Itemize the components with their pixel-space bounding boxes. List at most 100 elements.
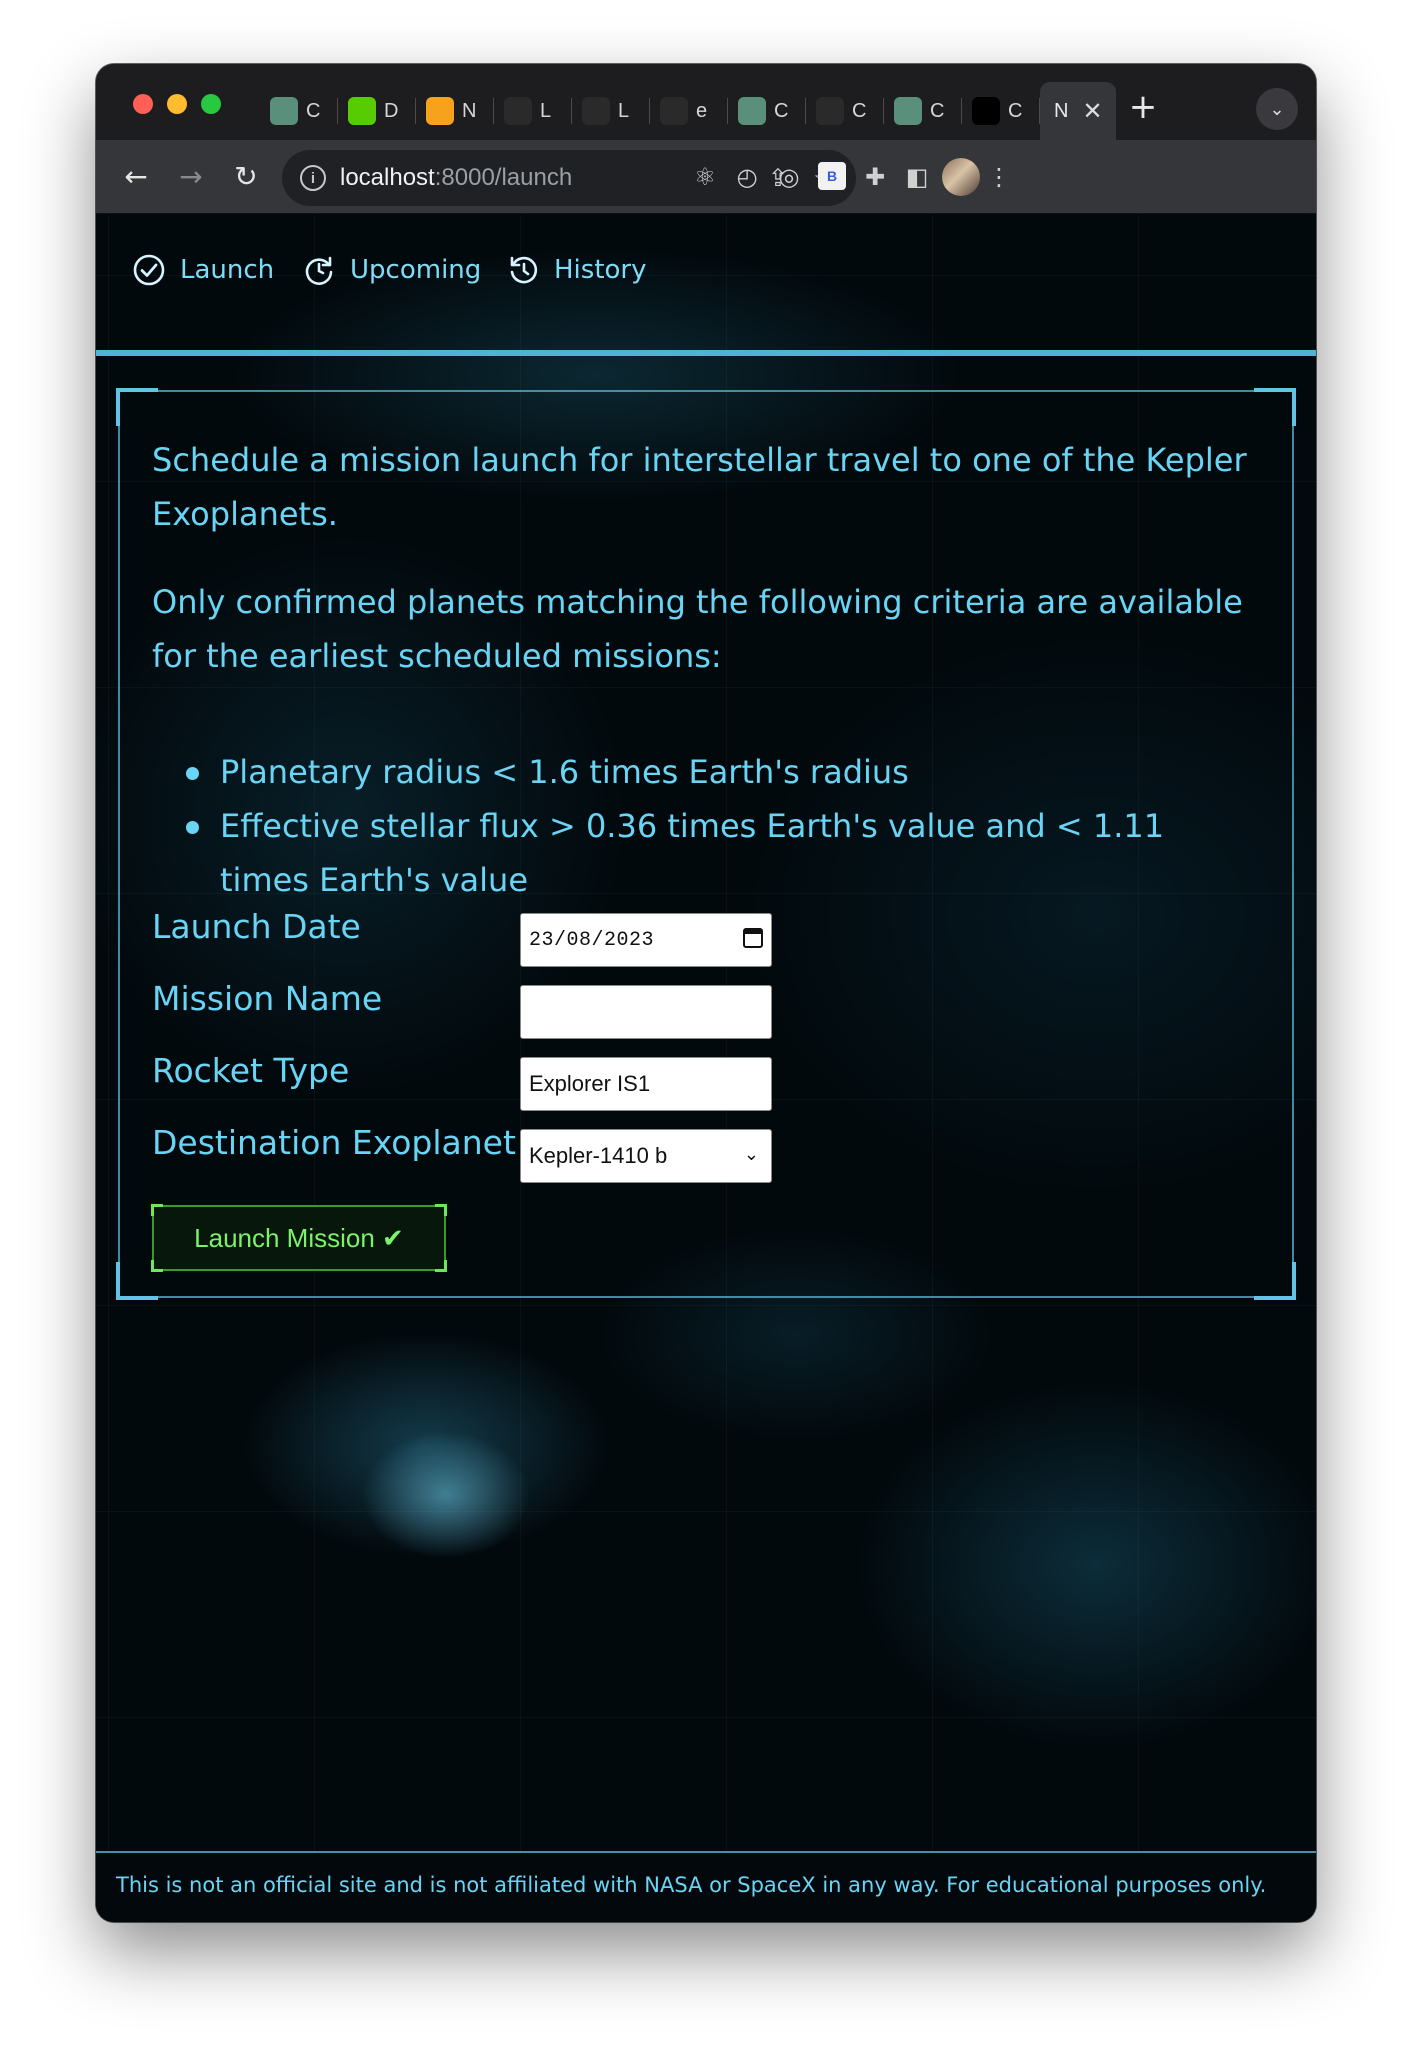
new-tab-button[interactable]: + <box>1120 84 1166 130</box>
reload-icon: ↻ <box>234 159 258 193</box>
frame-corner <box>1254 388 1296 426</box>
url-path: :8000/launch <box>434 164 573 191</box>
browser-tab[interactable]: N <box>416 82 494 140</box>
chatgpt-icon <box>738 97 766 125</box>
site-info-icon[interactable]: i <box>300 165 326 191</box>
lightning-icon <box>582 97 610 125</box>
browser-toolbar: ← → ↻ i localhost:8000/launch ⇪ ☆ ⚛ ◴ ◎ … <box>96 140 1316 214</box>
launch-date-label: Launch Date <box>152 907 361 946</box>
chevron-down-icon: ⌄ <box>1269 98 1285 120</box>
close-window-button[interactable] <box>133 94 153 114</box>
timer-extension-icon[interactable]: ◴ <box>732 162 762 192</box>
tab-strip: C D N L Le C C C C N ✕ + ⌄ <box>96 64 1316 140</box>
browser-tab[interactable]: C <box>884 82 962 140</box>
mission-name-label: Mission Name <box>152 979 383 1018</box>
calendar-icon[interactable] <box>743 928 763 948</box>
forward-button[interactable]: → <box>169 154 213 198</box>
target-extension-icon[interactable]: ◎ <box>774 162 804 192</box>
reload-button[interactable]: ↻ <box>224 154 268 198</box>
rocket-type-label: Rocket Type <box>152 1051 350 1090</box>
disclaimer-text: This is not an official site and is not … <box>116 1873 1267 1897</box>
tab-title: L <box>618 99 630 122</box>
button-corner <box>435 1260 447 1272</box>
button-corner <box>151 1260 163 1272</box>
nav-history-label: History <box>554 255 647 285</box>
criteria-list: Planetary radius < 1.6 times Earth's rad… <box>152 745 1262 907</box>
extensions-puzzle-icon[interactable]: ✚ <box>860 162 890 192</box>
chevron-down-icon: ⌄ <box>743 1144 759 1164</box>
minimize-window-button[interactable] <box>167 94 187 114</box>
nav-upcoming-label: Upcoming <box>350 255 482 285</box>
tab-title: C <box>774 99 789 122</box>
octopus-icon <box>660 97 688 125</box>
site-footer: This is not an official site and is not … <box>96 1851 1316 1922</box>
side-panel-icon[interactable]: ◧ <box>902 162 932 192</box>
browser-tab-active[interactable]: N ✕ <box>1040 82 1116 140</box>
tab-list: C D N L Le C C C C N ✕ <box>260 82 1116 140</box>
browser-tab[interactable]: D <box>338 82 416 140</box>
tab-title: C <box>306 99 321 122</box>
kebab-menu-icon[interactable]: ⋮ <box>984 162 1014 192</box>
arrow-right-icon: → <box>179 159 203 193</box>
launch-date-value: 23/08/2023 <box>529 928 655 952</box>
url-host: localhost <box>340 164 435 191</box>
frame-corner <box>116 388 158 426</box>
close-tab-icon[interactable]: ✕ <box>1082 97 1102 126</box>
profile-avatar[interactable] <box>942 158 980 196</box>
list-item: Effective stellar flux > 0.36 times Eart… <box>152 799 1262 907</box>
button-corner <box>435 1204 447 1216</box>
tab-title: L <box>540 99 552 122</box>
react-icon <box>816 97 844 125</box>
browser-tab[interactable]: L <box>572 82 650 140</box>
destination-exoplanet-label: Destination Exoplanet <box>152 1123 516 1162</box>
button-corner <box>151 1204 163 1216</box>
rocket-type-value: Explorer IS1 <box>529 1071 651 1096</box>
tab-search-button[interactable]: ⌄ <box>1256 88 1298 130</box>
nav-launch-link[interactable]: Launch <box>132 253 274 287</box>
tab-title: N <box>462 99 477 122</box>
react-devtools-icon[interactable]: ⚛ <box>690 162 720 192</box>
tab-title: D <box>384 99 399 122</box>
tab-title: e <box>696 99 708 122</box>
chatgpt-icon <box>270 97 298 125</box>
tab-title: C <box>1008 99 1023 122</box>
launch-mission-label: Launch Mission ✔ <box>194 1222 404 1253</box>
destination-exoplanet-select[interactable]: Kepler-1410 b ⌄ <box>520 1129 772 1183</box>
browser-tab[interactable]: C <box>806 82 884 140</box>
list-item: Planetary radius < 1.6 times Earth's rad… <box>152 745 1262 799</box>
back-button[interactable]: ← <box>114 154 158 198</box>
intro-paragraph: Schedule a mission launch for interstell… <box>152 441 1247 533</box>
tab-title: C <box>930 99 945 122</box>
page-content: Launch Upcoming History Schedule a missi… <box>96 215 1316 1922</box>
browser-tab[interactable]: C <box>728 82 806 140</box>
launch-date-input[interactable]: 23/08/2023 <box>520 913 772 967</box>
chatgpt-icon <box>894 97 922 125</box>
nav-launch-label: Launch <box>180 255 275 285</box>
arrow-left-icon: ← <box>124 159 148 193</box>
tab-title: N <box>1054 99 1069 122</box>
criteria-paragraph: Only confirmed planets matching the foll… <box>152 583 1243 675</box>
browser-tab[interactable]: C <box>260 82 338 140</box>
history-icon <box>506 253 540 287</box>
maximize-window-button[interactable] <box>201 94 221 114</box>
check-circle-icon <box>132 253 166 287</box>
tab-title: C <box>852 99 867 122</box>
lightning-icon <box>504 97 532 125</box>
frame-corner <box>1254 1262 1296 1300</box>
browser-tab[interactable]: L <box>494 82 572 140</box>
triangle-icon <box>972 97 1000 125</box>
nav-upcoming-link[interactable]: Upcoming <box>302 253 481 287</box>
launch-mission-button[interactable]: Launch Mission ✔ <box>151 1204 447 1272</box>
mission-name-input[interactable] <box>520 985 772 1039</box>
b-extension-icon[interactable]: B <box>818 162 846 190</box>
address-bar[interactable]: i localhost:8000/launch ⇪ ☆ <box>282 150 856 206</box>
nav-history-link[interactable]: History <box>506 253 647 287</box>
site-header: Launch Upcoming History <box>96 215 1316 356</box>
browser-tab[interactable]: C <box>962 82 1040 140</box>
destination-exoplanet-value: Kepler-1410 b <box>529 1143 668 1168</box>
browser-window: C D N L Le C C C C N ✕ + ⌄ ← → ↻ i localhost:8000/… <box>96 64 1316 1922</box>
browser-tab[interactable]: e <box>650 82 728 140</box>
duolingo-icon <box>348 97 376 125</box>
codepen-icon <box>426 97 454 125</box>
rocket-type-input[interactable]: Explorer IS1 <box>520 1057 772 1111</box>
